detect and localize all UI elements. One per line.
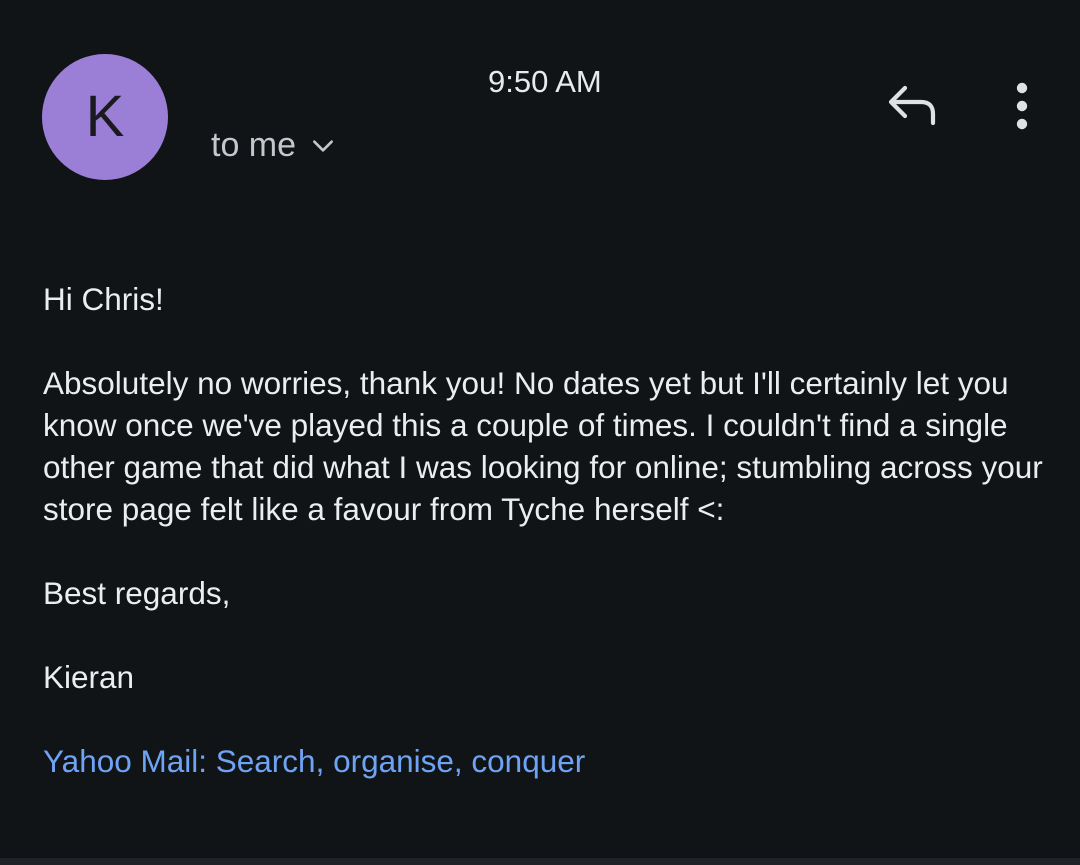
- yahoo-mail-footer-link[interactable]: Yahoo Mail: Search, organise, conquer: [43, 743, 585, 779]
- message-time: 9:50 AM: [488, 64, 602, 99]
- recipient-details-toggle[interactable]: to me: [211, 126, 336, 165]
- message-signoff: Best regards,: [43, 575, 231, 611]
- recipient-label: to me: [211, 126, 297, 164]
- reply-icon[interactable]: [885, 80, 941, 130]
- message-body: Hi Chris! Absolutely no worries, thank y…: [43, 278, 1043, 782]
- message-greeting: Hi Chris!: [43, 281, 164, 317]
- sender-avatar[interactable]: K: [42, 54, 168, 180]
- chevron-down-icon: [313, 139, 334, 152]
- message-signature: Kieran: [43, 659, 135, 695]
- message-header: K 9:50 AM to me: [0, 0, 1080, 220]
- more-vertical-icon[interactable]: [1002, 80, 1042, 132]
- message-paragraph: Absolutely no worries, thank you! No dat…: [43, 365, 1043, 527]
- avatar-initial: K: [85, 84, 125, 149]
- bottom-divider: [0, 858, 1080, 865]
